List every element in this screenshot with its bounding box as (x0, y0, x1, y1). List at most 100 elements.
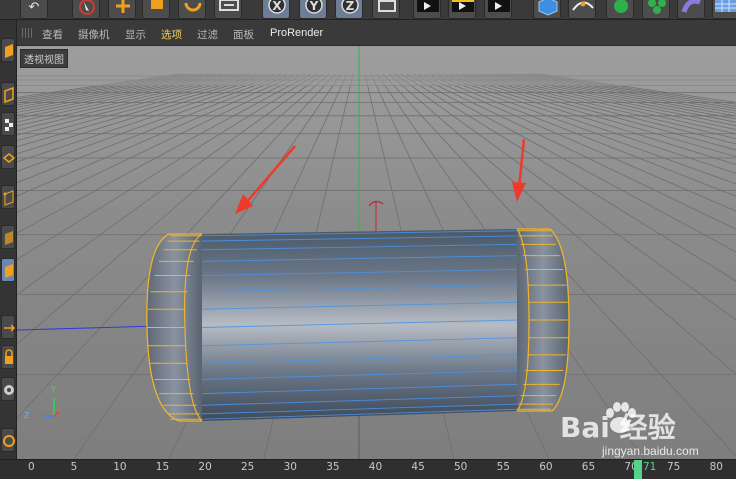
points-mode-button[interactable] (1, 185, 15, 209)
svg-text:Y: Y (309, 0, 319, 13)
axis-z-letter: Z (24, 411, 30, 420)
texture-mode-button[interactable] (1, 112, 15, 136)
select-tool-button[interactable] (72, 0, 100, 19)
render-settings-icon (488, 0, 510, 12)
enable-axis-button[interactable] (1, 315, 16, 339)
timeline-tick-label: 30 (283, 461, 297, 473)
timeline-ruler[interactable]: 0 5 10 15 20 25 30 35 40 45 50 55 60 65 70 75 80 71 (0, 459, 736, 479)
enable-axis-icon (4, 324, 16, 332)
deformer-button[interactable] (677, 0, 705, 19)
timeline-tick-label: 40 (368, 461, 383, 473)
workplane-icon (2, 153, 16, 163)
locked-workplane-button[interactable] (1, 428, 15, 452)
render-picture-viewer-button[interactable] (448, 0, 476, 19)
scale-tool-button[interactable] (142, 0, 170, 19)
subdivision-button[interactable] (606, 0, 634, 19)
timeline-tick-label: 0 (28, 461, 35, 473)
svg-text:X: X (272, 0, 282, 13)
lock-icon (5, 349, 13, 364)
recent-tool-button[interactable] (214, 0, 242, 19)
viewport-menu-bar: 查看 摄像机 显示 选项 过滤 面板 ProRender (17, 21, 736, 46)
rotate-icon (184, 2, 202, 12)
render-view-button[interactable] (413, 0, 441, 19)
timeline-tick-label: 20 (198, 461, 212, 473)
coordinate-system-button[interactable] (372, 0, 400, 19)
svg-text:Z: Z (346, 0, 355, 13)
timeline-tick-label: 15 (155, 461, 170, 473)
menu-filter[interactable]: 过滤 (197, 27, 218, 42)
snap-button[interactable] (1, 377, 15, 401)
make-editable-button[interactable] (1, 38, 15, 62)
points-mode-icon (3, 190, 14, 206)
rotate-tool-button[interactable] (178, 0, 206, 19)
watermark-brand: Bai 经验 (560, 411, 676, 444)
snap-icon (4, 385, 14, 395)
spline-pen-button[interactable] (568, 0, 596, 19)
move-icon (116, 0, 130, 13)
timeline-tick-label: 80 (709, 461, 723, 473)
cinema4d-window: ↶ X Y Z 查看 摄像机 显示 选项 过滤 面板 ProRender 透视视… (0, 0, 736, 479)
timeline-tick-label: 65 (581, 461, 596, 473)
edges-mode-button[interactable] (1, 225, 15, 249)
menu-panel[interactable]: 面板 (233, 27, 254, 42)
coordinate-system-icon (378, 0, 396, 12)
cloner-button[interactable] (642, 0, 670, 19)
menu-display[interactable]: 显示 (125, 27, 146, 42)
cloner-icon (648, 0, 666, 14)
render-view-icon (417, 0, 439, 12)
undo-icon: ↶ (28, 0, 40, 15)
axis-y-letter: Y (51, 385, 56, 394)
x-axis-lock-icon: X (268, 0, 286, 14)
left-toolbar (0, 20, 17, 459)
make-editable-icon (5, 44, 13, 58)
viewport-title-label[interactable]: 透视视图 (20, 49, 68, 68)
model-mode-icon (4, 86, 14, 104)
cube-icon (538, 0, 558, 16)
menu-options[interactable]: 选项 (161, 27, 182, 42)
render-settings-button[interactable] (484, 0, 512, 19)
timeline-tick-label: 55 (496, 461, 510, 473)
menu-prorender[interactable]: ProRender (270, 27, 323, 39)
edges-mode-icon (5, 231, 13, 245)
timeline-tick-label: 10 (113, 461, 127, 473)
baidu-watermark: Bai 经验 jingyan.baidu.com (552, 398, 732, 462)
subdivision-icon (614, 0, 628, 13)
timeline-playhead[interactable] (634, 460, 642, 479)
timeline-tick-label: 50 (454, 461, 468, 473)
undo-button[interactable]: ↶ (20, 0, 48, 19)
deformer-icon (681, 0, 701, 13)
polygons-mode-icon (5, 264, 13, 278)
current-frame-label: 71 (643, 461, 657, 473)
render-picture-viewer-icon (452, 0, 474, 12)
model-mode-button[interactable] (1, 82, 15, 106)
y-axis-lock-button[interactable]: Y (299, 0, 327, 19)
z-axis-lock-icon: Z (341, 0, 359, 14)
floor-button[interactable] (712, 0, 736, 19)
main-toolbar: ↶ X Y Z (0, 0, 736, 20)
tweak-mode-button[interactable] (1, 345, 15, 369)
watermark-url: jingyan.baidu.com (602, 444, 699, 458)
cube-button[interactable] (533, 0, 561, 19)
timeline-tick-label: 35 (326, 461, 340, 473)
menu-view[interactable]: 查看 (42, 27, 63, 42)
move-tool-button[interactable] (108, 0, 136, 19)
recent-tool-icon (219, 0, 239, 11)
panel-grip-icon[interactable] (22, 28, 32, 38)
menu-cameras[interactable]: 摄像机 (78, 27, 110, 42)
timeline-tick-label: 45 (411, 461, 425, 473)
select-arrow-icon (79, 0, 95, 15)
checker-icon (5, 119, 13, 131)
x-axis-lock-button[interactable]: X (262, 0, 290, 19)
horizon-haze (17, 46, 736, 86)
workplane-lock-icon (3, 435, 15, 447)
z-axis-lock-button[interactable]: Z (335, 0, 363, 19)
floor-icon (715, 0, 736, 12)
timeline-tick-label: 5 (70, 461, 78, 473)
timeline-tick-label: 60 (539, 461, 553, 473)
workplane-button[interactable] (1, 145, 16, 169)
polygons-mode-button[interactable] (1, 258, 15, 282)
cylinder-object[interactable] (146, 228, 570, 422)
spline-pen-icon (572, 1, 594, 11)
scale-icon (151, 0, 163, 9)
timeline-tick-label: 25 (241, 461, 255, 473)
